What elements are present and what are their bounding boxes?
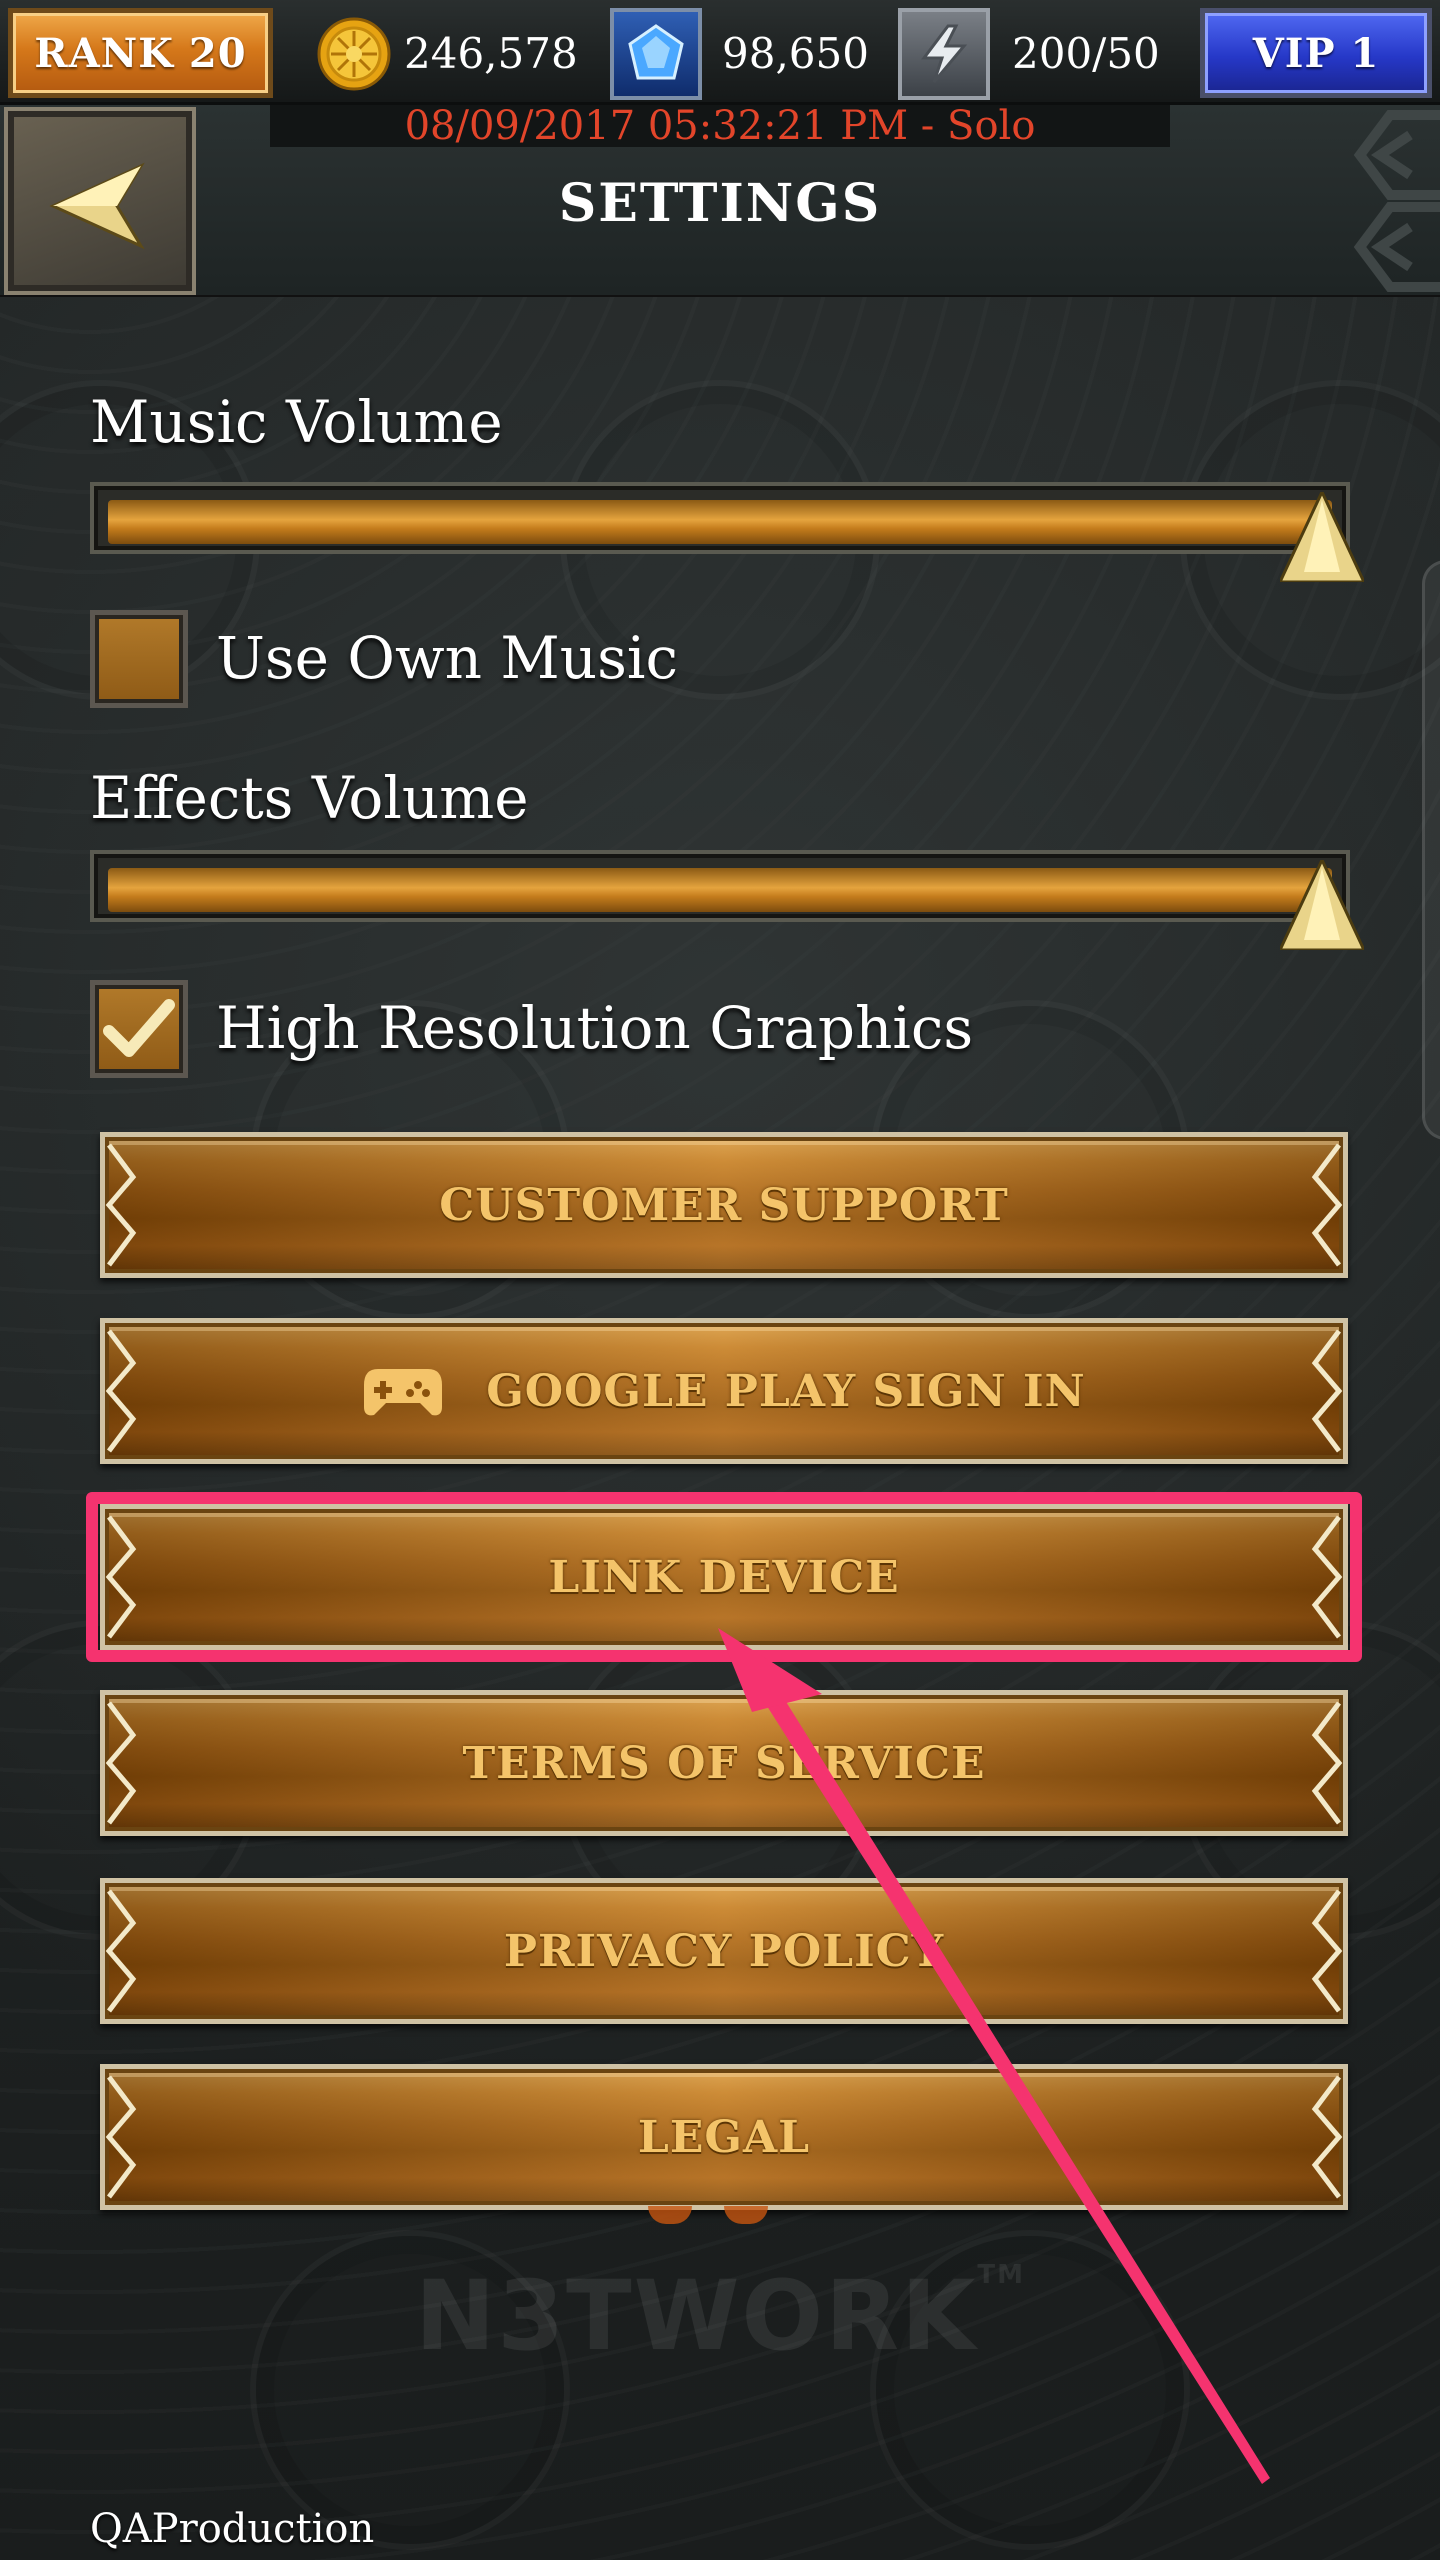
music-volume-slider[interactable]	[90, 482, 1364, 582]
gold-amount: 246,578	[404, 28, 578, 78]
page-title: SETTINGS	[558, 173, 882, 234]
high-resolution-checkbox[interactable]	[90, 980, 188, 1078]
rank-badge[interactable]: RANK 20	[8, 8, 273, 98]
button-label: TERMS OF SERVICE	[462, 1737, 986, 1789]
button-cap-left	[105, 2075, 137, 2199]
settings-screen: RANK 20 246,578 98,650 200/50 VIP 1 08/0…	[0, 0, 1440, 2560]
brand-logo: N3TWORKTM	[0, 2260, 1440, 2372]
button-cap-left	[105, 1515, 137, 1639]
corner-ornament	[1353, 110, 1440, 292]
effects-volume-label: Effects Volume	[90, 764, 529, 832]
button-cap-right	[1311, 1889, 1343, 2013]
brand-trademark: TM	[977, 2260, 1026, 2290]
link-device-button[interactable]: LINK DEVICE	[100, 1504, 1348, 1650]
brand-dot	[724, 2206, 768, 2224]
vip-badge[interactable]: VIP 1	[1200, 8, 1432, 98]
side-edge	[1422, 560, 1440, 1140]
slider-fill	[108, 500, 1332, 544]
privacy-policy-button[interactable]: PRIVACY POLICY	[100, 1878, 1348, 2024]
use-own-music-checkbox[interactable]	[90, 610, 188, 708]
legal-button[interactable]: LEGAL	[100, 2064, 1348, 2210]
button-cap-right	[1311, 2075, 1343, 2199]
lightning-icon	[898, 8, 990, 100]
gold-coin-icon	[308, 8, 400, 100]
slider-track	[90, 850, 1350, 922]
energy-amount: 200/50	[1012, 28, 1160, 78]
customer-support-button[interactable]: CUSTOMER SUPPORT	[100, 1132, 1348, 1278]
terms-of-service-button[interactable]: TERMS OF SERVICE	[100, 1690, 1348, 1836]
button-cap-right	[1311, 1143, 1343, 1267]
checkmark-icon	[103, 999, 175, 1057]
effects-volume-slider[interactable]	[90, 850, 1364, 950]
slider-thumb[interactable]	[1280, 860, 1364, 950]
button-label: CUSTOMER SUPPORT	[439, 1179, 1009, 1231]
button-cap-right	[1311, 1329, 1343, 1453]
high-resolution-label: High Resolution Graphics	[216, 994, 974, 1062]
slider-track	[90, 482, 1350, 554]
build-label: QAProduction	[90, 2506, 375, 2552]
status-bar: RANK 20 246,578 98,650 200/50 VIP 1	[0, 0, 1440, 105]
button-cap-left	[105, 1143, 137, 1267]
google-play-sign-in-button[interactable]: GOOGLE PLAY SIGN IN	[100, 1318, 1348, 1464]
button-label: GOOGLE PLAY SIGN IN	[486, 1365, 1086, 1417]
button-label: LINK DEVICE	[548, 1551, 900, 1603]
brand-name: N3TWORK	[414, 2260, 978, 2372]
session-timestamp: 08/09/2017 05:32:21 PM - Solo	[270, 103, 1170, 149]
gem-amount: 98,650	[722, 28, 869, 78]
blue-gem-icon	[610, 8, 702, 100]
button-cap-right	[1311, 1515, 1343, 1639]
slider-fill	[108, 868, 1332, 912]
gamepad-icon	[364, 1369, 443, 1416]
page-header: 08/09/2017 05:32:21 PM - Solo SETTINGS	[0, 103, 1440, 297]
button-label: LEGAL	[637, 2111, 811, 2163]
button-cap-left	[105, 1889, 137, 2013]
use-own-music-label: Use Own Music	[216, 624, 678, 692]
brand-dot	[648, 2206, 692, 2224]
button-cap-right	[1311, 1701, 1343, 1825]
button-cap-left	[105, 1701, 137, 1825]
button-label: PRIVACY POLICY	[503, 1925, 945, 1977]
music-volume-label: Music Volume	[90, 388, 503, 456]
slider-thumb[interactable]	[1280, 492, 1364, 582]
button-cap-left	[105, 1329, 137, 1453]
